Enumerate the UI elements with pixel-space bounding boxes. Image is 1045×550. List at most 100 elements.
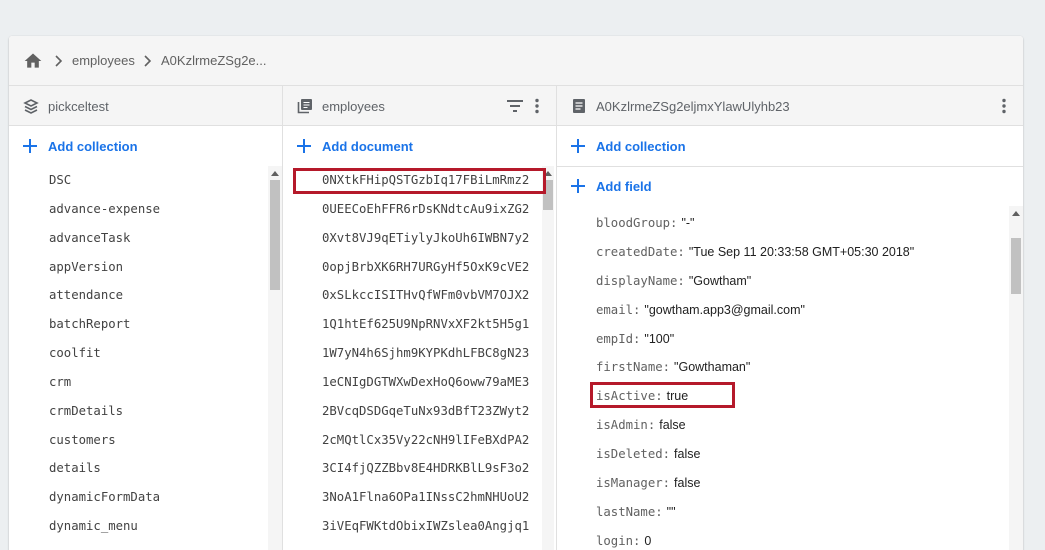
field-key: lastName:: [596, 504, 663, 519]
document-item[interactable]: 1eCNIgDGTWXwDexHoQ6oww79aME3: [322, 368, 542, 397]
field-key: empId:: [596, 331, 641, 346]
field-row[interactable]: login: 0: [596, 527, 1009, 550]
field-row[interactable]: isActive: true: [596, 382, 1009, 411]
field-list: bloodGroup: "-" createdDate: "Tue Sep 11 2…: [557, 209, 1009, 550]
collection-scrollbar[interactable]: [268, 166, 282, 550]
field-row[interactable]: isManager: false: [596, 469, 1009, 498]
field-row[interactable]: lastName: "": [596, 498, 1009, 527]
add-collection-label: Add collection: [48, 138, 138, 154]
collection-item[interactable]: dynamicFormData: [49, 483, 268, 512]
collection-item[interactable]: customers: [49, 426, 268, 455]
add-subcollection-label: Add collection: [596, 138, 686, 154]
more-vert-icon[interactable]: [996, 98, 1012, 114]
plus-icon: [571, 179, 585, 193]
field-key: isDeleted:: [596, 447, 671, 462]
add-field-button[interactable]: Add field: [557, 166, 1023, 206]
document-title: A0KzlrmeZSg2eljmxYlawUlyhb23: [596, 99, 790, 114]
plus-icon: [23, 139, 37, 153]
field-value: "-": [681, 216, 695, 230]
scroll-up-icon[interactable]: [544, 171, 552, 176]
scroll-up-icon[interactable]: [271, 171, 279, 176]
breadcrumb: employees A0KzlrmeZSg2e...: [9, 36, 1023, 86]
field-row[interactable]: bloodGroup: "-": [596, 209, 1009, 238]
collection-icon: [297, 99, 312, 114]
collection-title: employees: [322, 99, 385, 114]
document-item[interactable]: 0UEECoEhFFR6rDsKNdtcAu9ixZG2: [322, 195, 542, 224]
filter-icon[interactable]: [506, 98, 524, 114]
collection-item[interactable]: dynamic_menu: [49, 512, 268, 541]
more-vert-icon[interactable]: [529, 98, 545, 114]
scroll-thumb[interactable]: [270, 180, 280, 290]
project-title: pickceltest: [48, 99, 109, 114]
field-value: 0: [644, 533, 652, 548]
plus-icon: [297, 139, 311, 153]
collection-item[interactable]: crmDetails: [49, 397, 268, 426]
field-key: login:: [596, 533, 641, 548]
collection-item[interactable]: DSC: [49, 166, 268, 195]
collection-item[interactable]: advance-expense: [49, 195, 268, 224]
field-value: "Gowtham": [688, 273, 752, 288]
collection-item[interactable]: advanceTask: [49, 224, 268, 253]
field-key: isAdmin:: [596, 418, 656, 433]
scroll-thumb[interactable]: [543, 180, 553, 210]
field-row[interactable]: isAdmin: false: [596, 411, 1009, 440]
document-scrollbar[interactable]: [542, 166, 554, 550]
collection-item[interactable]: crm: [49, 368, 268, 397]
document-item-selected[interactable]: 0NXtkFHipQSTGzbIq17FBiLmRmz2: [322, 166, 542, 195]
add-document-button[interactable]: Add document: [283, 126, 556, 166]
document-panel: A0KzlrmeZSg2eljmxYlawUlyhb23 Add collect…: [557, 86, 1023, 550]
field-key: firstName:: [596, 360, 671, 375]
document-item[interactable]: 0opjBrbXK6RH7URGyHf5OxK9cVE2: [322, 253, 542, 282]
field-key: createdDate:: [596, 244, 685, 259]
document-item[interactable]: 0xSLkccISITHvQfWFm0vbVM7OJX2: [322, 281, 542, 310]
collection-panel: employees Add document 0NXtkFHipQSTGzbIq…: [283, 86, 557, 550]
field-key: bloodGroup:: [596, 216, 678, 230]
document-icon: [573, 99, 585, 113]
document-item[interactable]: 2BVcqDSDGqeTuNx93dBfT23ZWyt2: [322, 397, 542, 426]
document-item[interactable]: 3iVEqFWKtdObixIWZslea0Angjq1: [322, 512, 542, 541]
collection-item[interactable]: attendance: [49, 281, 268, 310]
breadcrumb-item-document[interactable]: A0KzlrmeZSg2e...: [161, 53, 267, 68]
add-subcollection-button[interactable]: Add collection: [557, 126, 1023, 166]
field-row[interactable]: email: "gowtham.app3@gmail.com": [596, 296, 1009, 325]
field-value: false: [674, 476, 701, 491]
home-icon[interactable]: [23, 51, 43, 71]
field-row[interactable]: empId: "100": [596, 325, 1009, 354]
collection-item[interactable]: batchReport: [49, 310, 268, 339]
field-scrollbar[interactable]: [1009, 206, 1023, 550]
document-panel-header: A0KzlrmeZSg2eljmxYlawUlyhb23: [557, 86, 1023, 126]
scroll-up-icon[interactable]: [1012, 211, 1020, 216]
field-value: "gowtham.app3@gmail.com": [644, 302, 805, 317]
field-value: "100": [644, 331, 675, 346]
collection-item[interactable]: coolfit: [49, 339, 268, 368]
root-panel: pickceltest Add collection DSC advance-e…: [9, 86, 283, 550]
document-item[interactable]: 3NoA1Flna6OPa1INssC2hmNHUoU2: [322, 483, 542, 512]
field-value: "Gowthaman": [674, 360, 751, 375]
document-item[interactable]: 1W7yN4h6Sjhm9KYPKdhLFBC8gN23: [322, 339, 542, 368]
scroll-thumb[interactable]: [1011, 238, 1021, 294]
collection-item[interactable]: appVersion: [49, 253, 268, 282]
field-value: "Tue Sep 11 20:33:58 GMT+05:30 2018": [688, 244, 915, 259]
add-collection-button[interactable]: Add collection: [9, 126, 282, 166]
document-item[interactable]: 3CI4fjQZZBbv8E4HDRKBlL9sF3o2: [322, 454, 542, 483]
document-list: 0NXtkFHipQSTGzbIq17FBiLmRmz2 0UEECoEhFFR…: [283, 166, 542, 541]
add-field-label: Add field: [596, 178, 652, 194]
document-item[interactable]: 1Q1htEf625U9NpRNVxXF2kt5H5g1: [322, 310, 542, 339]
field-key: isActive:: [596, 389, 663, 404]
collection-list: DSC advance-expense advanceTask appVersi…: [9, 166, 268, 541]
field-row[interactable]: createdDate: "Tue Sep 11 20:33:58 GMT+05:…: [596, 238, 1009, 267]
field-value: "": [666, 504, 676, 519]
field-key: isManager:: [596, 476, 671, 491]
field-row[interactable]: firstName: "Gowthaman": [596, 353, 1009, 382]
document-item[interactable]: 0Xvt8VJ9qETiylyJkoUh6IWBN7y2: [322, 224, 542, 253]
add-document-label: Add document: [322, 138, 413, 154]
field-row[interactable]: displayName: "Gowtham": [596, 267, 1009, 296]
database-icon: [23, 99, 39, 114]
document-item[interactable]: 2cMQtlCx35Vy22cNH9lIFeBXdPA2: [322, 426, 542, 455]
collection-item[interactable]: details: [49, 454, 268, 483]
field-key: email:: [596, 302, 641, 317]
field-row[interactable]: isDeleted: false: [596, 440, 1009, 469]
plus-icon: [571, 139, 585, 153]
breadcrumb-item-employees[interactable]: employees: [72, 53, 135, 68]
firestore-viewer: employees A0KzlrmeZSg2e... pickceltest A…: [9, 36, 1023, 550]
